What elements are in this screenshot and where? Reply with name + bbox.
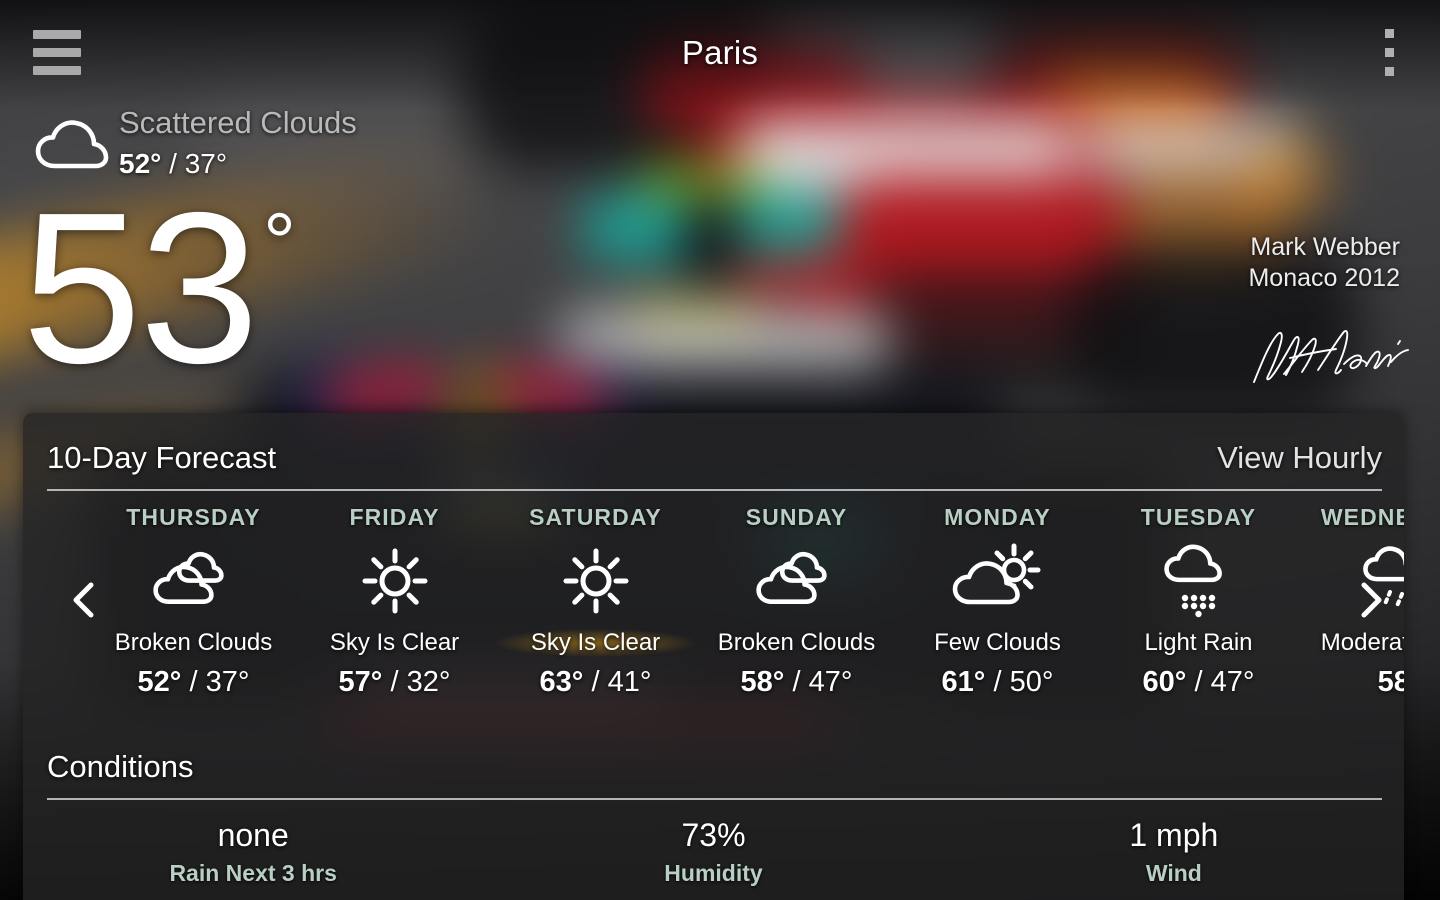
light-rain-icon: [1098, 537, 1299, 625]
photo-credit: Mark Webber Monaco 2012: [1248, 232, 1400, 294]
forecast-day-temps: 60° / 47°: [1098, 666, 1299, 699]
forecast-day-tuesday[interactable]: TUESDAY Light Rain 60° / 47°: [1098, 491, 1299, 731]
forecast-day-sep: /: [1186, 666, 1211, 698]
few-clouds-icon: [897, 537, 1098, 625]
forecast-day-description: Broken Clouds: [114, 629, 273, 656]
forecast-day-sep: /: [583, 666, 608, 698]
forecast-panel: 10-Day Forecast View Hourly THURSDAY Brok…: [23, 413, 1404, 900]
forecast-day-low: 37°: [205, 666, 250, 698]
sun-icon: [294, 537, 495, 625]
current-temperature-value: 53: [22, 167, 259, 408]
forecast-day-sep: /: [985, 666, 1010, 698]
forecast-day-high: 60°: [1142, 666, 1187, 698]
conditions-title: Conditions: [47, 749, 194, 784]
credit-name: Mark Webber: [1250, 233, 1400, 261]
forecast-day-sunday[interactable]: SUNDAY Broken Clouds 58° / 47°: [696, 491, 897, 731]
condition-item-rain-next-3-hrs: none Rain Next 3 hrs: [23, 817, 483, 887]
conditions-section: Conditions none Rain Next 3 hrs 73% Humidit…: [23, 731, 1404, 896]
forecast-day-temps: 61° / 50°: [897, 666, 1098, 699]
forecast-day-name: MONDAY: [944, 504, 1051, 530]
forecast-day-high: 52°: [137, 666, 182, 698]
forecast-day-high: 61°: [941, 666, 986, 698]
condition-item-humidity: 73% Humidity: [483, 817, 943, 887]
forecast-day-name: WEDNESDAY: [1320, 504, 1404, 530]
forecast-day-sep: /: [784, 666, 809, 698]
signature-icon: [1248, 318, 1418, 390]
forecast-day-low: 47°: [808, 666, 853, 698]
forecast-header: 10-Day Forecast View Hourly: [23, 413, 1404, 491]
forecast-day-description: Sky Is Clear: [329, 629, 460, 656]
forecast-day-temps: 58°: [1299, 666, 1404, 699]
forecast-day-high: 58°: [740, 666, 785, 698]
forecast-day-low: 32°: [406, 666, 451, 698]
page-title: Paris: [681, 34, 759, 71]
conditions-row: none Rain Next 3 hrs 73% Humidity 1 mph Wind: [23, 817, 1404, 887]
forecast-day-name: TUESDAY: [1140, 504, 1257, 530]
forecast-day-temps: 52° / 37°: [93, 666, 294, 699]
forecast-day-low: 50°: [1009, 666, 1054, 698]
forecast-day-high: 57°: [338, 666, 383, 698]
forecast-day-name: SATURDAY: [529, 504, 662, 530]
sun-icon: [495, 537, 696, 625]
forecast-day-description: Moderate Rain: [1320, 629, 1404, 656]
forecast-day-temps: 58° / 47°: [696, 666, 897, 699]
chevron-left-icon[interactable]: [61, 577, 107, 623]
current-temperature: 53°: [22, 180, 296, 395]
forecast-day-description: Few Clouds: [934, 629, 1061, 656]
forecast-day-friday[interactable]: FRIDAY Sky Is Clear 57° / 32°: [294, 491, 495, 731]
condition-value: 1 mph: [1129, 817, 1219, 853]
condition-label: Wind: [1145, 860, 1202, 886]
forecast-day-description: Sky Is Clear: [495, 629, 696, 657]
forecast-day-low: 41°: [607, 666, 652, 698]
condition-value: 73%: [681, 817, 746, 853]
forecast-day-monday[interactable]: MONDAY Few Clouds 61° / 50°: [897, 491, 1098, 731]
forecast-day-temps: 63° / 41°: [495, 666, 696, 699]
chevron-right-icon[interactable]: [1348, 577, 1394, 623]
forecast-day-high: 58°: [1377, 666, 1404, 698]
credit-event: Monaco 2012: [1248, 264, 1400, 292]
forecast-strip[interactable]: THURSDAY Broken Clouds 52° / 37° FRIDAY Sky …: [23, 491, 1404, 731]
forecast-title: 10-Day Forecast: [47, 440, 277, 475]
condition-label: Humidity: [664, 860, 763, 886]
action-bar: Paris: [0, 0, 1440, 110]
forecast-day-temps: 57° / 32°: [294, 666, 495, 699]
forecast-day-name: SUNDAY: [745, 504, 848, 530]
forecast-days: THURSDAY Broken Clouds 52° / 37° FRIDAY Sky …: [23, 491, 1404, 731]
forecast-day-name: THURSDAY: [126, 504, 261, 530]
current-description: Scattered Clouds: [119, 105, 357, 140]
forecast-day-name: FRIDAY: [349, 504, 440, 530]
overflow-menu-icon[interactable]: [1382, 29, 1396, 85]
forecast-day-description: Broken Clouds: [717, 629, 876, 656]
view-hourly-button[interactable]: View Hourly: [1217, 440, 1382, 476]
forecast-day-thursday[interactable]: THURSDAY Broken Clouds 52° / 37°: [93, 491, 294, 731]
forecast-day-sep: /: [181, 666, 206, 698]
forecast-day-high: 63°: [539, 666, 584, 698]
condition-item-wind: 1 mph Wind: [944, 817, 1404, 887]
forecast-day-saturday[interactable]: SATURDAY Sky Is Clear 63° / 41°: [495, 491, 696, 731]
forecast-day-description: Light Rain: [1144, 629, 1253, 656]
degree-symbol: °: [263, 197, 296, 288]
broken-clouds-icon: [93, 537, 294, 625]
forecast-day-sep: /: [382, 666, 407, 698]
broken-clouds-icon: [696, 537, 897, 625]
condition-label: Rain Next 3 hrs: [169, 860, 337, 886]
forecast-day-low: 47°: [1210, 666, 1255, 698]
conditions-divider: [47, 798, 1382, 800]
condition-value: none: [217, 817, 289, 853]
